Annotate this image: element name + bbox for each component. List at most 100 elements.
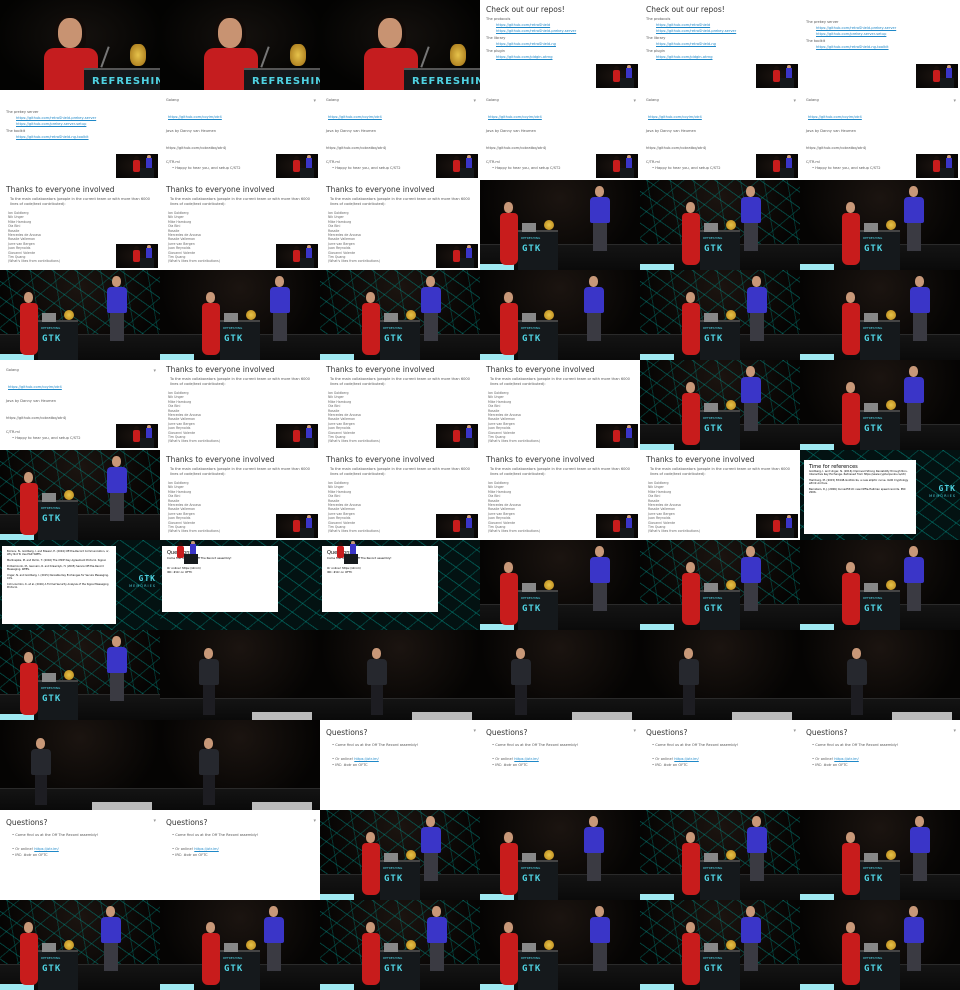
head-shape — [516, 648, 525, 659]
video-frame-stage: REFRESHING GTK — [640, 270, 800, 360]
repo-link[interactable]: https://github.com/retroShield-prekey-se… — [496, 28, 634, 34]
website-link[interactable]: https://otr.im/ — [674, 757, 699, 761]
impl-link[interactable]: https://github.com/cobratbq/otr4j — [646, 146, 706, 150]
legs-shape — [587, 313, 601, 341]
floor-accent — [640, 984, 674, 990]
rostrum-ribbon: REFRESHING — [383, 956, 403, 960]
torso-shape — [682, 303, 700, 355]
slide-title: Questions? — [806, 728, 848, 737]
head-shape — [595, 186, 604, 197]
repo-link[interactable]: https://github.com/pidgin-otrng — [496, 54, 634, 60]
impl-link[interactable]: https://github.com/coyim/otr4 — [808, 115, 862, 119]
chevron-down-icon: ▾ — [473, 728, 476, 734]
impl-link[interactable]: https://github.com/cobratbq/otr4j — [6, 416, 66, 420]
inset-shape — [780, 168, 794, 178]
head-shape — [909, 186, 918, 197]
torso-shape — [842, 933, 860, 985]
head-shape — [366, 922, 375, 933]
website-link[interactable]: https://otr.im/ — [354, 757, 379, 761]
inset-shape — [300, 438, 314, 448]
torso-shape — [500, 933, 518, 985]
video-frame-stage: REFRESHING GTK — [640, 540, 800, 630]
rostrum-ribbon: REFRESHING — [383, 326, 403, 330]
repo-link[interactable]: https://github.com/prekey-server-setup — [816, 31, 954, 37]
flowers-shape — [726, 850, 736, 860]
torso-shape — [264, 917, 284, 943]
online-prefix: Or online! — [15, 847, 34, 851]
repo-link[interactable]: https://github.com/pidgin-otrng — [656, 54, 794, 60]
repo-link[interactable]: https://github.com/retroShield-ng-toolki… — [816, 44, 954, 50]
repo-link[interactable]: https://github.com/retroShield-ng — [496, 41, 634, 47]
rostrum-logo: GTK — [384, 334, 404, 344]
impl-link[interactable]: https://github.com/coyim/otr4 — [8, 385, 62, 389]
speaker-inset — [436, 424, 478, 448]
repo-link[interactable]: https://github.com/prekey-server-setup — [16, 121, 154, 127]
repo-link[interactable]: https://github.com/retroShield-ng — [656, 41, 794, 47]
website-link[interactable]: https://otr.im/ — [514, 757, 539, 761]
speaker-inset — [596, 64, 638, 88]
torso-shape — [107, 287, 127, 313]
speaker-shape — [218, 18, 242, 48]
rostrum-ribbon: REFRESHING — [703, 236, 723, 240]
flowers-shape — [130, 44, 146, 66]
inset-shape — [306, 158, 312, 168]
inset-shape — [773, 520, 780, 532]
head-shape — [846, 562, 855, 573]
impl-link[interactable]: https://github.com/cobratbq/otr4j — [166, 146, 226, 150]
slide-questions: Questions?▾Come find us at the Off The R… — [640, 720, 800, 810]
legs-shape — [913, 853, 927, 881]
lectern: REFRESHING — [84, 68, 160, 90]
inset-shape — [177, 546, 184, 558]
speaker-inset — [756, 514, 798, 538]
rostrum: REFRESHING GTK — [860, 220, 900, 270]
chevron-down-icon: ▾ — [793, 98, 796, 104]
impl-link[interactable]: https://github.com/coyim/otr4 — [488, 115, 542, 119]
rostrum: REFRESHING GTK — [38, 670, 78, 720]
legs-shape — [907, 403, 921, 431]
speaker-inset — [436, 154, 478, 178]
impl-link[interactable]: https://github.com/coyim/otr4 — [648, 115, 702, 119]
rostrum-logo: GTK — [704, 334, 724, 344]
flowers-shape — [726, 310, 736, 320]
head-shape — [686, 832, 695, 843]
torso-shape — [682, 213, 700, 265]
slide-title: Questions? — [326, 728, 368, 737]
head-shape — [504, 832, 513, 843]
website-link[interactable]: https://otr.im/ — [834, 757, 859, 761]
inset-shape — [133, 430, 140, 442]
torso-shape — [842, 573, 860, 625]
legs-shape — [851, 685, 863, 715]
torso-shape — [590, 917, 610, 943]
rostrum-logo: GTK — [704, 874, 724, 884]
chevron-down-icon: ▾ — [953, 98, 956, 104]
video-frame-stage: REFRESHING GTK — [800, 900, 960, 990]
torso-shape — [202, 303, 220, 355]
flowers-shape — [406, 310, 416, 320]
head-shape — [204, 738, 213, 749]
torso-shape — [199, 749, 219, 775]
rostrum-logo: GTK — [224, 334, 244, 344]
reference-item: Marlinspike, M. and Perrin, T. (2016) Th… — [7, 559, 107, 563]
torso-shape — [101, 917, 121, 943]
impl-link[interactable]: https://github.com/cobratbq/otr4j — [326, 146, 386, 150]
website-link[interactable]: https://otr.im/ — [34, 847, 59, 851]
repo-link[interactable]: https://github.com/retroShield-prekey-se… — [656, 28, 794, 34]
impl-link[interactable]: https://github.com/coyim/otr4 — [168, 115, 222, 119]
online-prefix: Or online! — [815, 757, 834, 761]
repo-link[interactable]: https://github.com/retroShield-ng-toolki… — [16, 134, 154, 140]
rostrum-logo: GTK — [384, 964, 404, 974]
laptop-shape — [864, 313, 878, 322]
head-shape — [204, 648, 213, 659]
inset-shape — [184, 554, 198, 564]
impl-link[interactable]: https://github.com/coyim/otr4 — [328, 115, 382, 119]
head-shape — [595, 546, 604, 557]
video-frame-closeup: REFRESHING — [0, 0, 160, 90]
impl-link[interactable]: https://github.com/cobratbq/otr4j — [486, 146, 546, 150]
flowers-shape — [64, 670, 74, 680]
slide-title: Thanks to everyone involved — [6, 185, 115, 194]
laptop-shape — [522, 223, 536, 232]
section-label: The prekey server — [806, 20, 839, 24]
impl-link[interactable]: https://github.com/cobratbq/otr4j — [806, 146, 866, 150]
website-link[interactable]: https://otr.im/ — [194, 847, 219, 851]
